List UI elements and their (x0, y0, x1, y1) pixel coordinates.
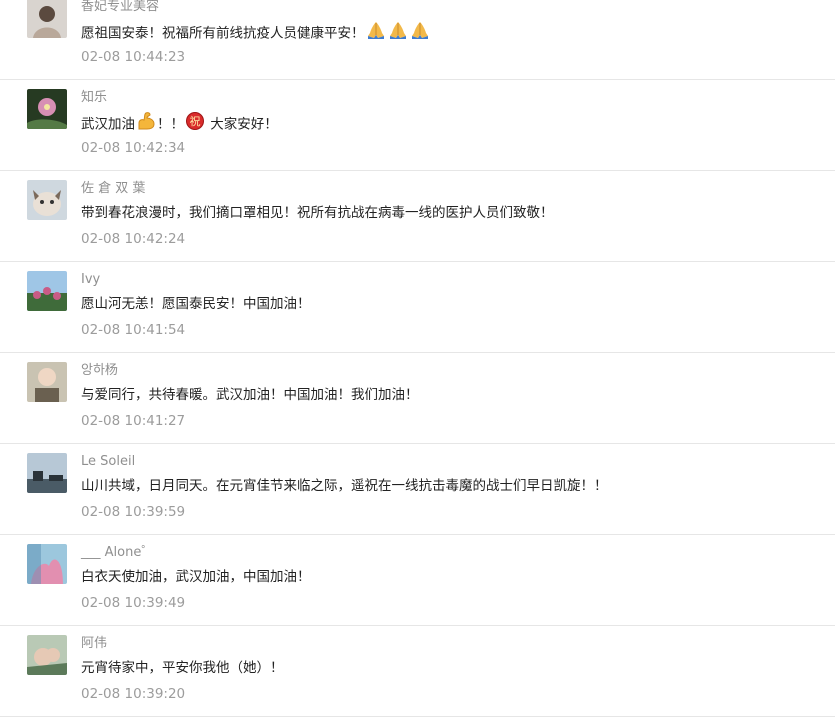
avatar[interactable] (27, 89, 67, 129)
comment-item: 佐 倉 双 葉 带到春花浪漫时，我们摘口罩相见！祝所有抗战在病毒一线的医护人员们… (0, 171, 835, 262)
comment-text-segment: 愿山河无恙！愿国泰民安！中国加油！ (81, 296, 311, 312)
comment-text: 愿祖国安泰！祝福所有前线抗疫人员健康平安！ (81, 22, 431, 45)
comment-item: 香妃专业美容 愿祖国安泰！祝福所有前线抗疫人员健康平安！ 02-08 10:44… (0, 0, 835, 80)
comment-time: 02-08 10:39:49 (81, 595, 186, 611)
comment-item: ___ Alone゜ 白衣天使加油，武汉加油，中国加油！ 02-08 10:39… (0, 535, 835, 626)
flexed-biceps-icon (136, 111, 156, 136)
comment-text-segment: 带到春花浪漫时，我们摘口罩相见！祝所有抗战在病毒一线的医护人员们致敬！ (81, 205, 554, 221)
avatar[interactable] (27, 271, 67, 311)
comment-text-segment: 元宵待家中，平安你我他（她）！ (81, 660, 284, 676)
commenter-name: 知乐 (81, 90, 108, 105)
comment-text: 白衣天使加油，武汉加油，中国加油！ (81, 568, 311, 586)
avatar[interactable] (27, 0, 67, 38)
comment-text: 武汉加油 ！！ 祝 大家安好！ (81, 111, 278, 136)
avatar[interactable] (27, 180, 67, 220)
commenter-name: 香妃专业美容 (81, 0, 160, 14)
avatar[interactable] (27, 362, 67, 402)
comment-item: 阿伟 元宵待家中，平安你我他（她）！ 02-08 10:39:20 (0, 626, 835, 717)
commenter-name: 佐 倉 双 葉 (81, 181, 146, 196)
commenter-name: ___ Alone゜ (81, 545, 155, 560)
comment-text-segment: 与爱同行，共待春暖。武汉加油！中国加油！我们加油！ (81, 387, 419, 403)
comment-text-segment: 武汉加油 (81, 116, 135, 133)
comment-text: 愿山河无恙！愿国泰民安！中国加油！ (81, 295, 311, 313)
comment-text: 山川共域，日月同天。在元宵佳节来临之际，遥祝在一线抗击毒魔的战士们早日凯旋！！ (81, 477, 608, 495)
comment-text-segment: ！！ (157, 116, 184, 133)
comment-text: 元宵待家中，平安你我他（她）！ (81, 659, 284, 677)
blessing-badge-icon: 祝 (185, 111, 205, 136)
commenter-name: Le Soleil (81, 454, 136, 469)
comment-text: 带到春花浪漫时，我们摘口罩相见！祝所有抗战在病毒一线的医护人员们致敬！ (81, 204, 554, 222)
svg-text:祝: 祝 (190, 114, 201, 128)
comment-item: 앙하杨 与爱同行，共待春暖。武汉加油！中国加油！我们加油！ 02-08 10:4… (0, 353, 835, 444)
comment-list: 香妃专业美容 愿祖国安泰！祝福所有前线抗疫人员健康平安！ 02-08 10:44… (0, 0, 835, 717)
comment-text-segment: 大家安好！ (206, 116, 278, 133)
avatar[interactable] (27, 635, 67, 675)
comment-time: 02-08 10:42:34 (81, 140, 186, 156)
comment-item: Ivy 愿山河无恙！愿国泰民安！中国加油！ 02-08 10:41:54 (0, 262, 835, 353)
comment-time: 02-08 10:39:20 (81, 686, 186, 702)
comment-text-segment: 愿祖国安泰！祝福所有前线抗疫人员健康平安！ (81, 25, 365, 42)
comment-time: 02-08 10:41:54 (81, 322, 186, 338)
folded-hands-icon (366, 20, 386, 45)
comment-item: 知乐 武汉加油 ！！ 祝 大家安好！ 02-08 10:42:34 (0, 80, 835, 171)
comment-time: 02-08 10:44:23 (81, 49, 186, 65)
avatar[interactable] (27, 453, 67, 493)
comment-text-segment: 白衣天使加油，武汉加油，中国加油！ (81, 569, 311, 585)
comment-time: 02-08 10:39:59 (81, 504, 186, 520)
comment-text: 与爱同行，共待春暖。武汉加油！中国加油！我们加油！ (81, 386, 419, 404)
folded-hands-icon (410, 20, 430, 45)
commenter-name: Ivy (81, 272, 101, 287)
avatar[interactable] (27, 544, 67, 584)
folded-hands-icon (388, 20, 408, 45)
commenter-name: 앙하杨 (81, 363, 118, 378)
comment-time: 02-08 10:42:24 (81, 231, 186, 247)
comment-item: Le Soleil 山川共域，日月同天。在元宵佳节来临之际，遥祝在一线抗击毒魔的… (0, 444, 835, 535)
commenter-name: 阿伟 (81, 636, 108, 651)
comment-text-segment: 山川共域，日月同天。在元宵佳节来临之际，遥祝在一线抗击毒魔的战士们早日凯旋！！ (81, 478, 608, 494)
comment-time: 02-08 10:41:27 (81, 413, 186, 429)
